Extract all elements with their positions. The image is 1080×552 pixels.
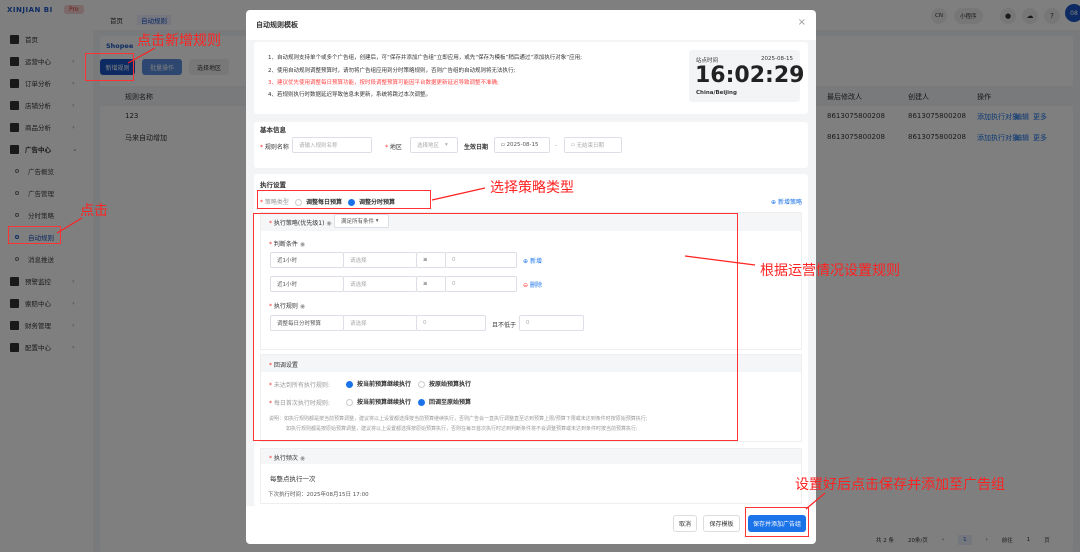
arrow-add-rule [127, 47, 156, 64]
arrow-rules [684, 255, 756, 266]
arrow-save [805, 492, 826, 510]
arrow-sidebar [56, 217, 83, 234]
annotation-arrows [56, 47, 826, 510]
arrow-type [431, 187, 486, 201]
